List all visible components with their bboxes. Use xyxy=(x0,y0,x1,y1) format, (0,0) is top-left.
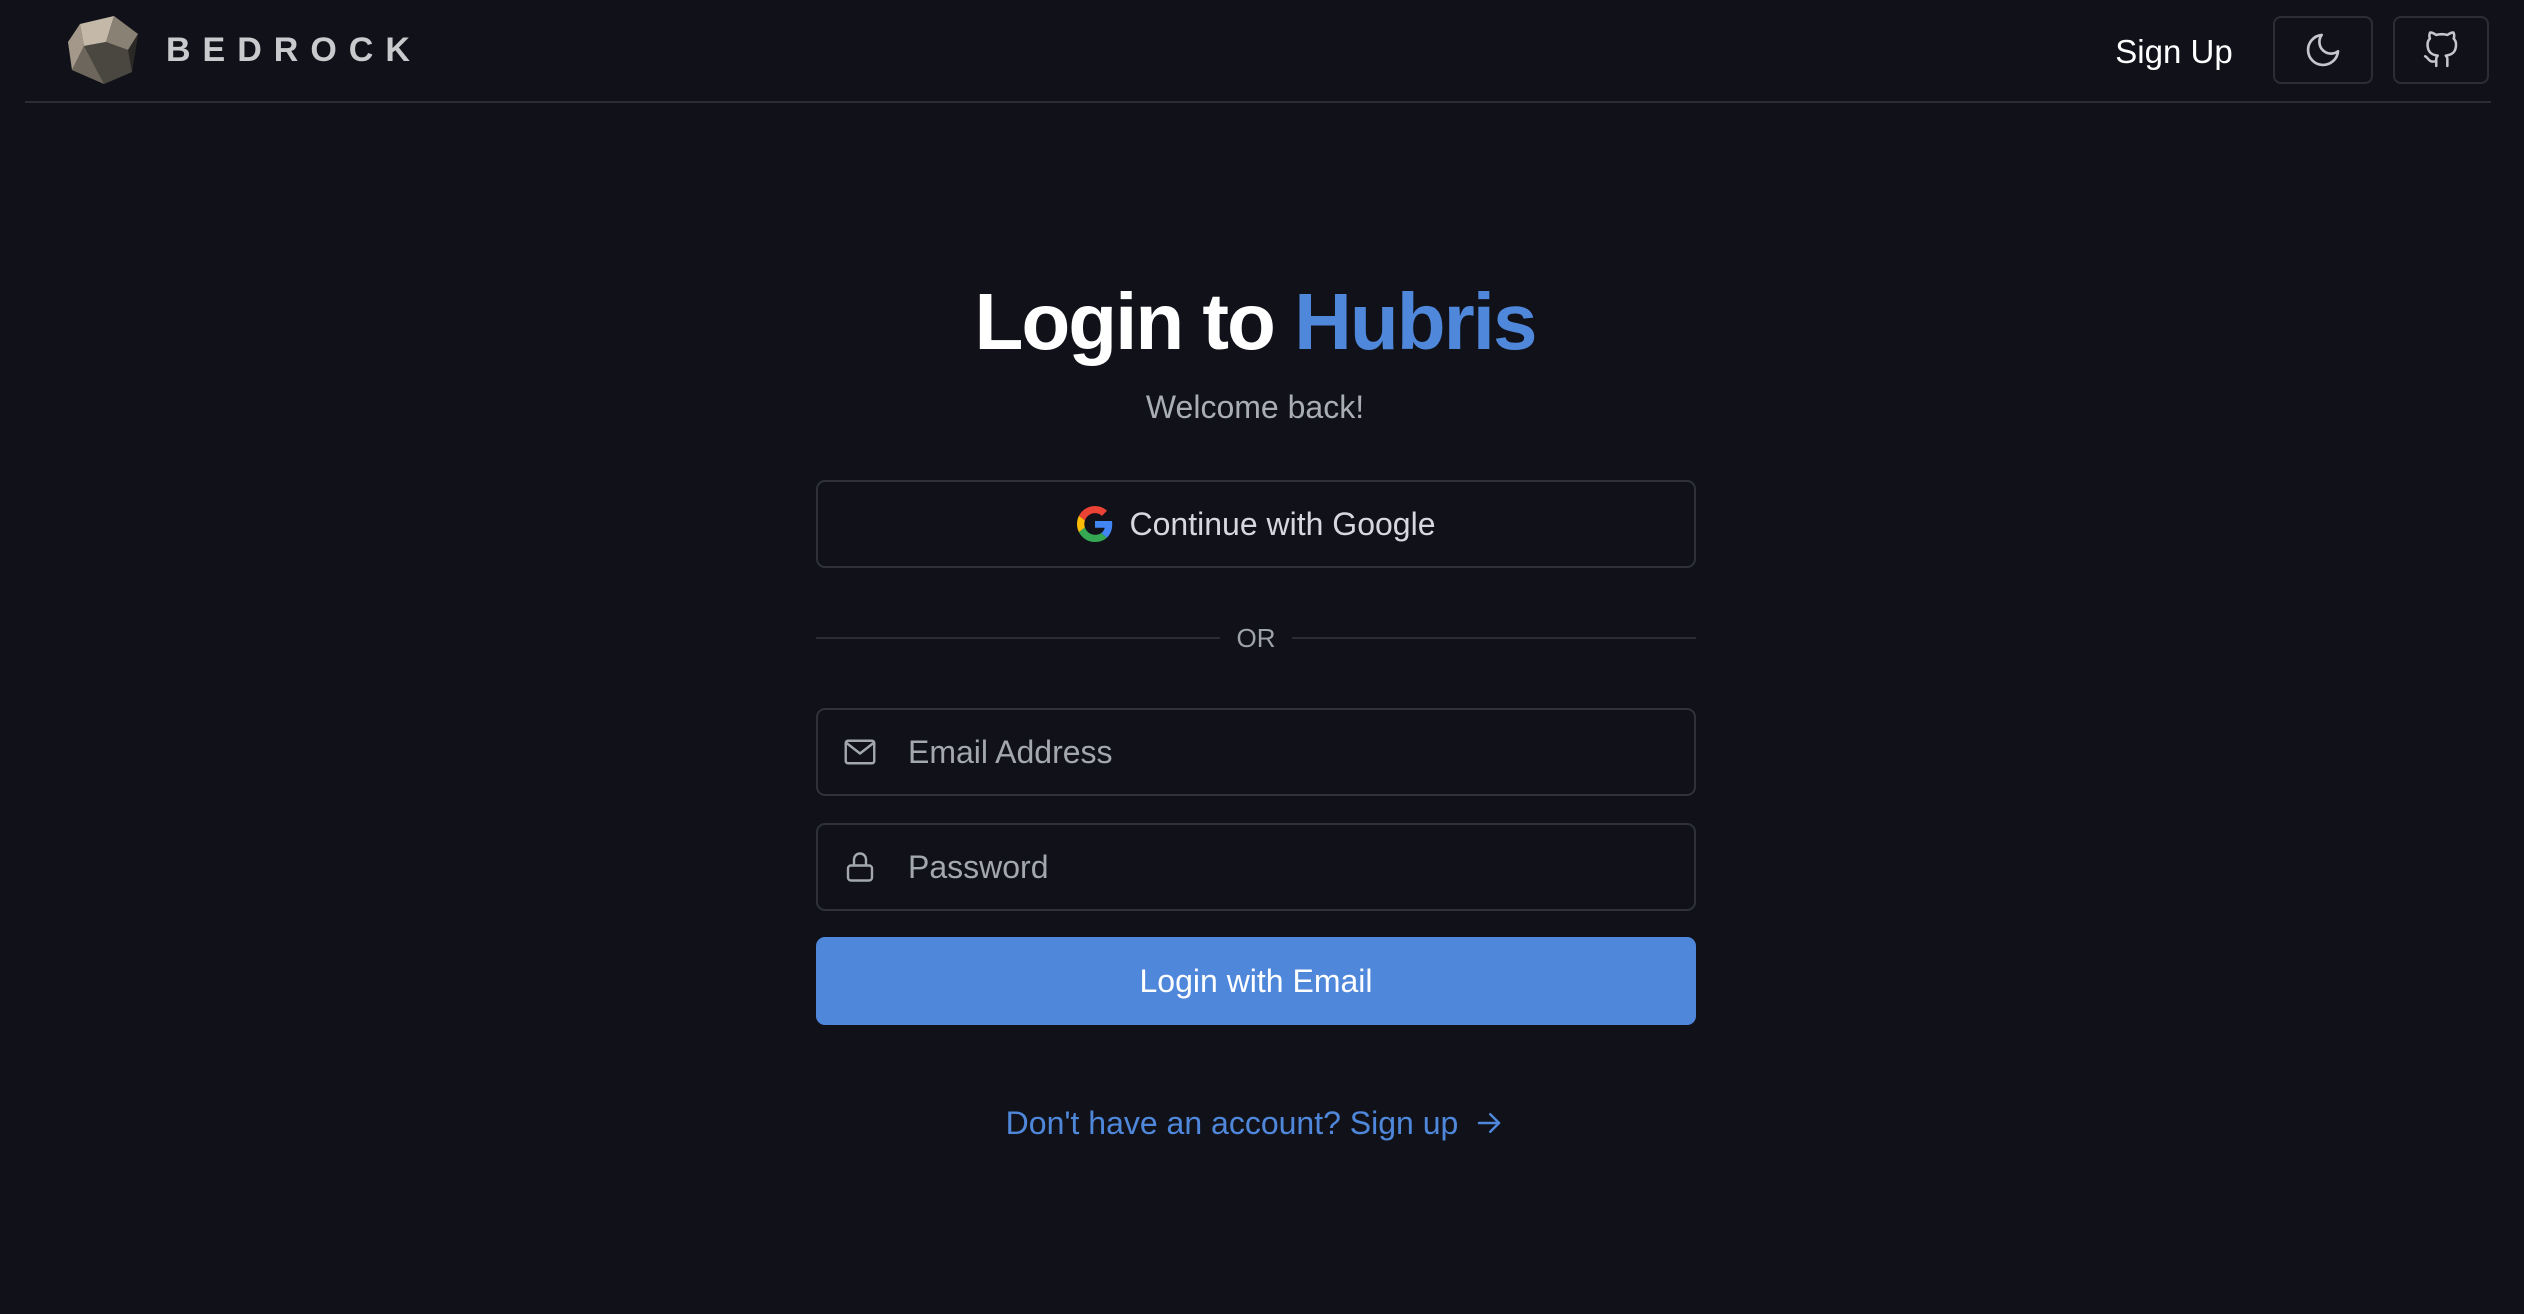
title-prefix: Login to xyxy=(974,277,1275,366)
welcome-subtitle: Welcome back! xyxy=(1145,389,1365,425)
password-input[interactable] xyxy=(906,827,1694,907)
brand-name: BEDROCK xyxy=(166,30,422,69)
title-app-name: Hubris xyxy=(1294,277,1537,366)
or-label: OR xyxy=(1236,623,1276,653)
arrow-right-icon xyxy=(1478,1113,1501,1133)
login-with-email-button[interactable]: Login with Email xyxy=(816,937,1696,1025)
email-field[interactable] xyxy=(816,708,1696,796)
divider-line-right xyxy=(1292,637,1696,639)
top-nav: BEDROCK Sign Up xyxy=(0,0,2524,104)
bedrock-logo-icon xyxy=(68,16,138,84)
google-button-label: Continue with Google xyxy=(1129,505,1436,542)
brand[interactable]: BEDROCK xyxy=(66,14,422,86)
or-divider: OR xyxy=(816,618,1696,658)
header-divider xyxy=(25,101,2491,103)
lock-icon xyxy=(846,852,874,882)
github-button[interactable] xyxy=(2393,16,2489,84)
signup-prompt-text: Don't have an account? Sign up xyxy=(1005,1104,1459,1141)
signup-prompt-link[interactable]: Don't have an account? Sign up xyxy=(0,1100,2510,1146)
moon-icon xyxy=(2306,33,2340,67)
divider-line-left xyxy=(816,637,1220,639)
email-input[interactable] xyxy=(906,712,1694,792)
password-field[interactable] xyxy=(816,823,1696,911)
page-title: Login to Hubris xyxy=(0,272,2510,372)
mail-icon xyxy=(844,739,876,765)
github-icon xyxy=(2423,31,2458,68)
signup-link[interactable]: Sign Up xyxy=(2080,22,2268,82)
google-icon xyxy=(1076,506,1112,542)
theme-toggle-button[interactable] xyxy=(2273,16,2373,84)
continue-with-google-button[interactable]: Continue with Google xyxy=(816,480,1696,568)
